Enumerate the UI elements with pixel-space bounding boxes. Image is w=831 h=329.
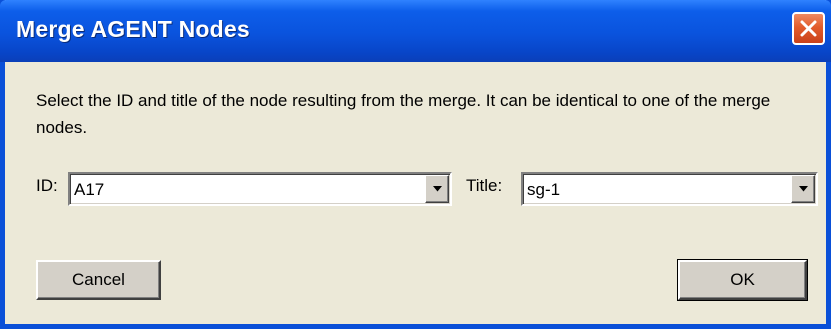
id-combobox[interactable]: A17 [68,172,452,206]
cancel-button[interactable]: Cancel [36,260,161,300]
close-button[interactable] [792,12,825,45]
title-value[interactable]: sg-1 [527,180,560,200]
title-label: Title: [466,176,503,195]
title-dropdown-button[interactable] [791,175,815,203]
close-icon [800,20,817,37]
instruction-text: Select the ID and title of the node resu… [36,91,771,137]
id-value[interactable]: A17 [74,180,104,200]
chevron-down-icon [433,186,442,192]
title-combobox[interactable]: sg-1 [521,172,818,206]
id-dropdown-button[interactable] [425,175,449,203]
title-bar[interactable]: Merge AGENT Nodes [0,0,831,62]
dialog-title: Merge AGENT Nodes [16,16,250,42]
id-label: ID: [36,176,58,195]
ok-button[interactable]: OK [677,259,808,301]
chevron-down-icon [799,186,808,192]
merge-dialog: Merge AGENT Nodes Select the ID and titl… [0,0,831,329]
